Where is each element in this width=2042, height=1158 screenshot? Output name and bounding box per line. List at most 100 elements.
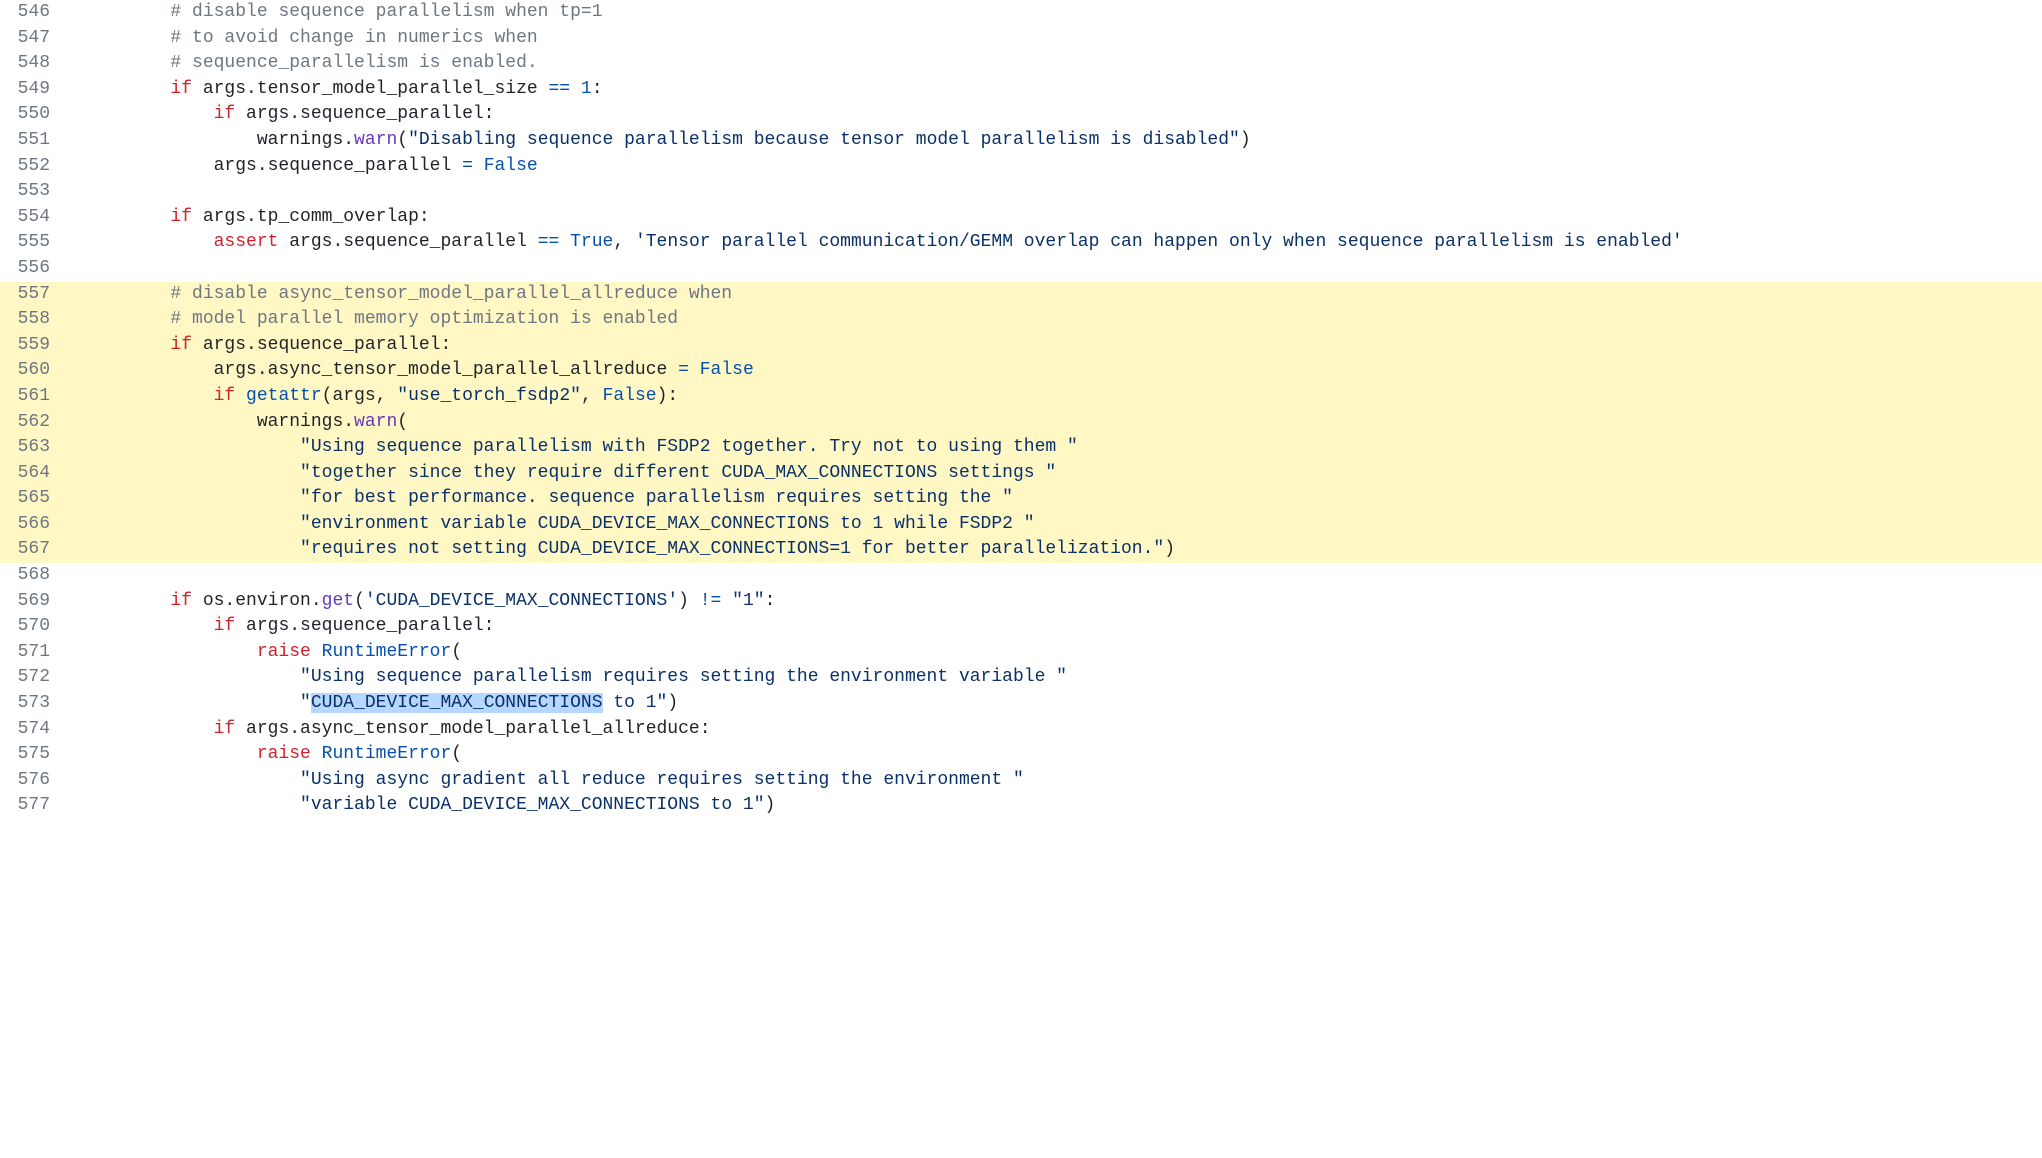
code-token: ) [765,795,776,815]
line-number[interactable]: 575 [0,742,72,768]
line-number[interactable]: 565 [0,486,72,512]
line-content[interactable]: "Using sequence parallelism with FSDP2 t… [72,435,2042,461]
line-number[interactable]: 547 [0,26,72,52]
code-line[interactable]: 573 "CUDA_DEVICE_MAX_CONNECTIONS to 1") [0,691,2042,717]
line-number[interactable]: 549 [0,77,72,103]
code-line[interactable]: 571 raise RuntimeError( [0,640,2042,666]
line-number[interactable]: 573 [0,691,72,717]
line-number[interactable]: 577 [0,793,72,819]
code-viewer[interactable]: 546 # disable sequence parallelism when … [0,0,2042,819]
line-number[interactable]: 562 [0,410,72,436]
line-content[interactable]: if args.sequence_parallel: [72,102,2042,128]
line-content[interactable]: assert args.sequence_parallel == True, '… [72,230,2042,256]
code-line[interactable]: 550 if args.sequence_parallel: [0,102,2042,128]
line-number[interactable]: 567 [0,537,72,563]
code-line[interactable]: 551 warnings.warn("Disabling sequence pa… [0,128,2042,154]
line-content[interactable]: "environment variable CUDA_DEVICE_MAX_CO… [72,512,2042,538]
line-number[interactable]: 564 [0,461,72,487]
line-number[interactable]: 555 [0,230,72,256]
code-line[interactable]: 563 "Using sequence parallelism with FSD… [0,435,2042,461]
code-token: "Disabling sequence parallelism because … [408,130,1240,150]
line-number[interactable]: 556 [0,256,72,282]
line-number[interactable]: 569 [0,589,72,615]
line-content[interactable]: if os.environ.get('CUDA_DEVICE_MAX_CONNE… [72,589,2042,615]
line-number[interactable]: 546 [0,0,72,26]
line-content[interactable]: args.sequence_parallel = False [72,154,2042,180]
code-line[interactable]: 574 if args.async_tensor_model_parallel_… [0,717,2042,743]
code-line[interactable]: 554 if args.tp_comm_overlap: [0,205,2042,231]
line-content[interactable]: warnings.warn( [72,410,2042,436]
line-number[interactable]: 548 [0,51,72,77]
code-line[interactable]: 577 "variable CUDA_DEVICE_MAX_CONNECTION… [0,793,2042,819]
line-content[interactable]: "for best performance. sequence parallel… [72,486,2042,512]
code-line[interactable]: 560 args.async_tensor_model_parallel_all… [0,358,2042,384]
line-content[interactable]: # to avoid change in numerics when [72,26,2042,52]
line-content[interactable]: "CUDA_DEVICE_MAX_CONNECTIONS to 1") [72,691,2042,717]
line-number[interactable]: 574 [0,717,72,743]
code-line[interactable]: 553 [0,179,2042,205]
line-content[interactable]: if args.tensor_model_parallel_size == 1: [72,77,2042,103]
line-content[interactable]: raise RuntimeError( [72,742,2042,768]
code-line[interactable]: 557 # disable async_tensor_model_paralle… [0,282,2042,308]
line-number[interactable]: 571 [0,640,72,666]
line-number[interactable]: 551 [0,128,72,154]
code-line[interactable]: 566 "environment variable CUDA_DEVICE_MA… [0,512,2042,538]
line-number[interactable]: 557 [0,282,72,308]
line-content[interactable]: if args.tp_comm_overlap: [72,205,2042,231]
line-content[interactable]: # disable async_tensor_model_parallel_al… [72,282,2042,308]
line-content[interactable]: "Using sequence parallelism requires set… [72,665,2042,691]
line-number[interactable]: 552 [0,154,72,180]
line-content[interactable]: "requires not setting CUDA_DEVICE_MAX_CO… [72,537,2042,563]
line-number[interactable]: 570 [0,614,72,640]
code-line[interactable]: 569 if os.environ.get('CUDA_DEVICE_MAX_C… [0,589,2042,615]
line-number[interactable]: 554 [0,205,72,231]
line-content[interactable] [72,179,2042,205]
line-number[interactable]: 560 [0,358,72,384]
code-line[interactable]: 559 if args.sequence_parallel: [0,333,2042,359]
line-content[interactable] [72,563,2042,589]
code-line[interactable]: 549 if args.tensor_model_parallel_size =… [0,77,2042,103]
line-content[interactable]: if args.sequence_parallel: [72,333,2042,359]
line-number[interactable]: 576 [0,768,72,794]
line-number[interactable]: 561 [0,384,72,410]
code-line[interactable]: 568 [0,563,2042,589]
code-line[interactable]: 570 if args.sequence_parallel: [0,614,2042,640]
line-content[interactable]: # sequence_parallelism is enabled. [72,51,2042,77]
code-line[interactable]: 548 # sequence_parallelism is enabled. [0,51,2042,77]
line-content[interactable]: "together since they require different C… [72,461,2042,487]
line-content[interactable]: raise RuntimeError( [72,640,2042,666]
line-content[interactable]: if getattr(args, "use_torch_fsdp2", Fals… [72,384,2042,410]
code-line[interactable]: 546 # disable sequence parallelism when … [0,0,2042,26]
line-number[interactable]: 553 [0,179,72,205]
code-line[interactable]: 561 if getattr(args, "use_torch_fsdp2", … [0,384,2042,410]
line-number[interactable]: 550 [0,102,72,128]
code-line[interactable]: 547 # to avoid change in numerics when [0,26,2042,52]
code-line[interactable]: 562 warnings.warn( [0,410,2042,436]
code-line[interactable]: 576 "Using async gradient all reduce req… [0,768,2042,794]
line-content[interactable]: # disable sequence parallelism when tp=1 [72,0,2042,26]
line-content[interactable] [72,256,2042,282]
code-line[interactable]: 556 [0,256,2042,282]
line-content[interactable]: if args.sequence_parallel: [72,614,2042,640]
line-content[interactable]: args.async_tensor_model_parallel_allredu… [72,358,2042,384]
code-line[interactable]: 572 "Using sequence parallelism requires… [0,665,2042,691]
line-number[interactable]: 572 [0,665,72,691]
line-number[interactable]: 558 [0,307,72,333]
line-content[interactable]: # model parallel memory optimization is … [72,307,2042,333]
line-content[interactable]: "Using async gradient all reduce require… [72,768,2042,794]
code-line[interactable]: 565 "for best performance. sequence para… [0,486,2042,512]
line-content[interactable]: if args.async_tensor_model_parallel_allr… [72,717,2042,743]
code-line[interactable]: 552 args.sequence_parallel = False [0,154,2042,180]
line-number[interactable]: 568 [0,563,72,589]
line-content[interactable]: "variable CUDA_DEVICE_MAX_CONNECTIONS to… [72,793,2042,819]
code-line[interactable]: 567 "requires not setting CUDA_DEVICE_MA… [0,537,2042,563]
line-number[interactable]: 566 [0,512,72,538]
line-number[interactable]: 563 [0,435,72,461]
code-token: args.sequence_parallel: [235,104,494,124]
line-number[interactable]: 559 [0,333,72,359]
code-line[interactable]: 555 assert args.sequence_parallel == Tru… [0,230,2042,256]
line-content[interactable]: warnings.warn("Disabling sequence parall… [72,128,2042,154]
code-line[interactable]: 558 # model parallel memory optimization… [0,307,2042,333]
code-line[interactable]: 575 raise RuntimeError( [0,742,2042,768]
code-line[interactable]: 564 "together since they require differe… [0,461,2042,487]
